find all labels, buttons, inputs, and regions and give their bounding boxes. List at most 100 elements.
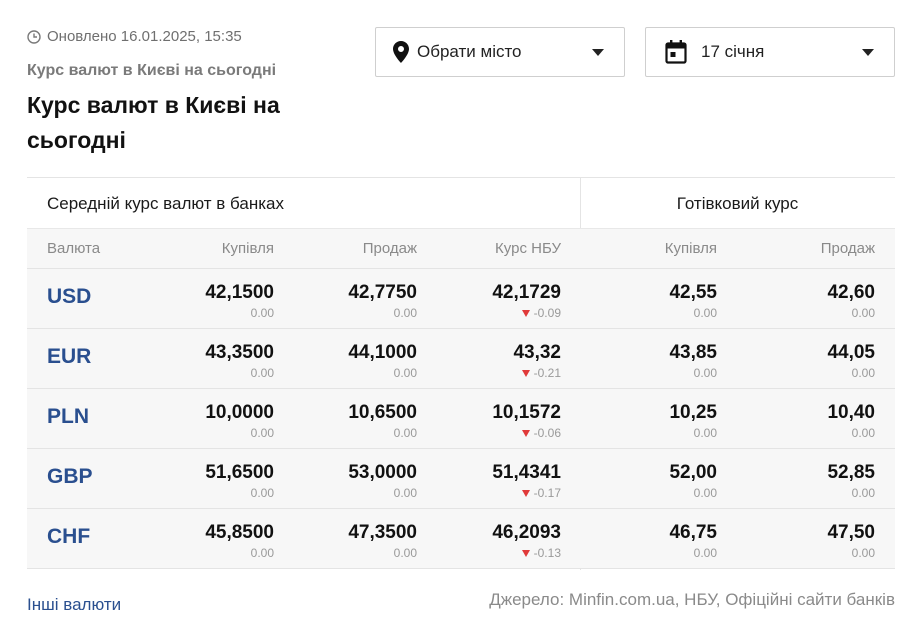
cash-sell-change: 0.00 xyxy=(851,486,875,500)
cash-sell-cell: 10,40 0.00 xyxy=(827,402,875,442)
nbu-value: 10,1572 xyxy=(492,402,561,423)
col-nbu: Курс НБУ xyxy=(495,240,561,257)
buy-change: 0.00 xyxy=(250,366,274,380)
clock-icon xyxy=(27,29,41,44)
col-cash-sell: Продаж xyxy=(820,240,875,257)
cash-sell-value: 52,85 xyxy=(827,462,875,483)
sell-cell: 47,3500 0.00 xyxy=(348,522,417,562)
sell-change: 0.00 xyxy=(393,486,417,500)
nbu-change-text: -0.17 xyxy=(533,486,561,500)
exchange-rate-table: Середній курс валют в банках Готівковий … xyxy=(27,177,895,570)
calendar-icon xyxy=(665,40,687,64)
col-sell: Продаж xyxy=(362,240,417,257)
nbu-change-text: -0.06 xyxy=(533,426,561,440)
table-group-header: Середній курс валют в банках Готівковий … xyxy=(27,178,895,229)
cash-sell-change: 0.00 xyxy=(851,366,875,380)
currency-code-link[interactable]: USD xyxy=(47,285,91,309)
table-row: PLN 10,0000 0.00 10,6500 0.00 10,1572 -0.06… xyxy=(27,389,895,449)
sell-change: 0.00 xyxy=(393,366,417,380)
cash-sell-change: 0.00 xyxy=(851,306,875,320)
cash-sell-change: 0.00 xyxy=(851,546,875,560)
cash-sell-cell: 52,85 0.00 xyxy=(827,462,875,502)
date-select[interactable]: 17 січня xyxy=(645,27,895,77)
sell-cell: 10,6500 0.00 xyxy=(348,402,417,442)
buy-value: 42,1500 xyxy=(205,282,274,303)
buy-value: 43,3500 xyxy=(205,342,274,363)
buy-change: 0.00 xyxy=(250,306,274,320)
cash-buy-value: 52,00 xyxy=(669,462,717,483)
currency-code-link[interactable]: CHF xyxy=(47,525,90,549)
sell-cell: 53,0000 0.00 xyxy=(348,462,417,502)
sell-change: 0.00 xyxy=(393,306,417,320)
currency-code-link[interactable]: EUR xyxy=(47,345,91,369)
nbu-value: 51,4341 xyxy=(492,462,561,483)
buy-cell: 10,0000 0.00 xyxy=(205,402,274,442)
table-row: USD 42,1500 0.00 42,7750 0.00 42,1729 -0.09… xyxy=(27,269,895,329)
date-select-label: 17 січня xyxy=(701,42,765,61)
down-arrow-icon xyxy=(521,489,530,497)
cash-buy-change: 0.00 xyxy=(693,486,717,500)
cash-sell-cell: 44,05 0.00 xyxy=(827,342,875,382)
breadcrumb[interactable]: Курс валют в Києві на сьогодні xyxy=(27,62,276,80)
cash-rate-header: Готівковий курс xyxy=(676,194,799,213)
col-buy: Купівля xyxy=(221,240,274,257)
cash-sell-value: 47,50 xyxy=(827,522,875,543)
nbu-cell: 51,4341 -0.17 xyxy=(492,462,561,502)
cash-buy-value: 43,85 xyxy=(669,342,717,363)
table-row: CHF 45,8500 0.00 47,3500 0.00 46,2093 -0.13… xyxy=(27,509,895,569)
nbu-change: -0.09 xyxy=(492,304,561,322)
sell-cell: 42,7750 0.00 xyxy=(348,282,417,322)
updated-timestamp: Оновлено 16.01.2025, 15:35 xyxy=(27,28,242,45)
city-select-label: Обрати місто xyxy=(417,42,522,61)
cash-buy-value: 10,25 xyxy=(669,402,717,423)
down-arrow-icon xyxy=(521,429,530,437)
currency-code-link[interactable]: PLN xyxy=(47,405,89,429)
city-select[interactable]: Обрати місто xyxy=(375,27,625,77)
table-row: EUR 43,3500 0.00 44,1000 0.00 43,32 -0.21 4… xyxy=(27,329,895,389)
sell-value: 47,3500 xyxy=(348,522,417,543)
cash-buy-value: 46,75 xyxy=(669,522,717,543)
page-title: Курс валют в Києві на сьогодні xyxy=(27,92,280,153)
nbu-cell: 46,2093 -0.13 xyxy=(492,522,561,562)
cash-buy-change: 0.00 xyxy=(693,426,717,440)
caret-down-icon xyxy=(592,49,604,56)
nbu-change: -0.17 xyxy=(492,484,561,502)
sell-cell: 44,1000 0.00 xyxy=(348,342,417,382)
table-column-header: Валюта Купівля Продаж Курс НБУ Купівля П… xyxy=(27,229,895,269)
cash-sell-cell: 47,50 0.00 xyxy=(827,522,875,562)
cash-buy-cell: 10,25 0.00 xyxy=(669,402,717,442)
cash-buy-change: 0.00 xyxy=(693,306,717,320)
cash-buy-cell: 46,75 0.00 xyxy=(669,522,717,562)
cash-buy-value: 42,55 xyxy=(669,282,717,303)
col-currency: Валюта xyxy=(47,240,101,257)
buy-change: 0.00 xyxy=(250,486,274,500)
cash-buy-change: 0.00 xyxy=(693,366,717,380)
nbu-change: -0.13 xyxy=(492,544,561,562)
nbu-cell: 42,1729 -0.09 xyxy=(492,282,561,322)
down-arrow-icon xyxy=(521,549,530,557)
caret-down-icon xyxy=(862,49,874,56)
buy-cell: 42,1500 0.00 xyxy=(205,282,274,322)
cash-sell-cell: 42,60 0.00 xyxy=(827,282,875,322)
cash-sell-change: 0.00 xyxy=(851,426,875,440)
nbu-change: -0.06 xyxy=(492,424,561,442)
down-arrow-icon xyxy=(521,309,530,317)
nbu-cell: 43,32 -0.21 xyxy=(513,342,561,382)
cash-sell-value: 44,05 xyxy=(827,342,875,363)
buy-cell: 43,3500 0.00 xyxy=(205,342,274,382)
sell-value: 44,1000 xyxy=(348,342,417,363)
sell-value: 53,0000 xyxy=(348,462,417,483)
buy-value: 45,8500 xyxy=(205,522,274,543)
nbu-change-text: -0.13 xyxy=(533,546,561,560)
sell-value: 10,6500 xyxy=(348,402,417,423)
avg-bank-rate-header: Середній курс валют в банках xyxy=(47,194,284,213)
currency-code-link[interactable]: GBP xyxy=(47,465,93,489)
buy-value: 10,0000 xyxy=(205,402,274,423)
other-currencies-link[interactable]: Інші валюти xyxy=(27,595,121,615)
source-note: Джерело: Minfin.com.ua, НБУ, Офіційні са… xyxy=(489,590,895,609)
nbu-value: 46,2093 xyxy=(492,522,561,543)
buy-cell: 45,8500 0.00 xyxy=(205,522,274,562)
col-cash-buy: Купівля xyxy=(664,240,717,257)
table-row: GBP 51,6500 0.00 53,0000 0.00 51,4341 -0.17… xyxy=(27,449,895,509)
sell-value: 42,7750 xyxy=(348,282,417,303)
